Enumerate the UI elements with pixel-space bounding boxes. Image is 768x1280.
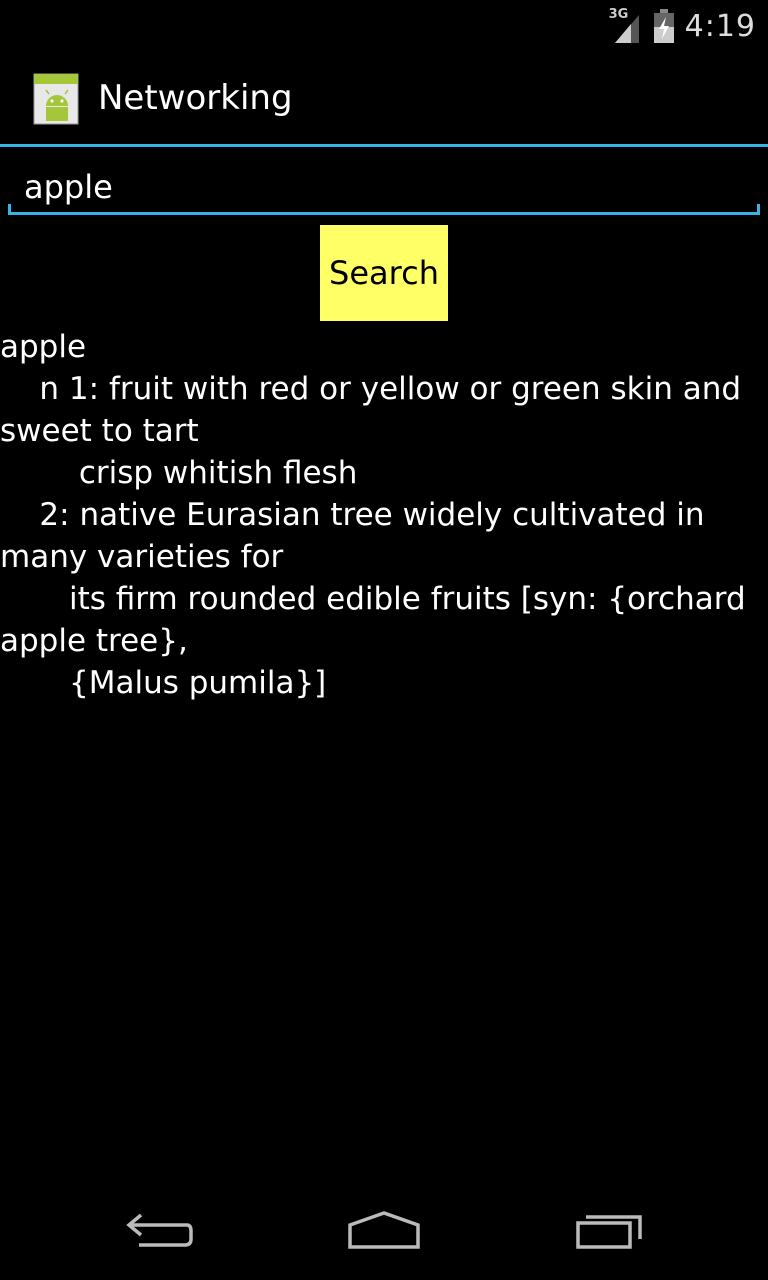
clock: 4:19	[684, 8, 756, 44]
recents-icon[interactable]	[550, 1196, 670, 1266]
battery-icon	[653, 9, 675, 43]
action-bar: Networking	[0, 50, 768, 147]
input-underline-left-tick	[8, 204, 11, 215]
input-underline	[8, 212, 760, 215]
android-app-icon[interactable]	[32, 70, 82, 126]
signal-icon: 3G	[608, 7, 643, 43]
search-input[interactable]	[8, 160, 760, 214]
definition-result-text: apple n 1: fruit with red or yellow or g…	[0, 329, 746, 701]
search-field-container	[8, 160, 760, 215]
back-icon[interactable]	[100, 1196, 220, 1266]
navigation-bar	[0, 1176, 768, 1280]
search-button[interactable]: Search	[320, 225, 448, 321]
network-type-label: 3G	[608, 7, 629, 22]
status-bar: 3G 4:19	[0, 0, 768, 50]
status-icons: 3G 4:19	[609, 6, 756, 46]
input-underline-right-tick	[757, 204, 760, 215]
home-icon[interactable]	[324, 1196, 444, 1266]
app-title: Networking	[98, 78, 293, 118]
